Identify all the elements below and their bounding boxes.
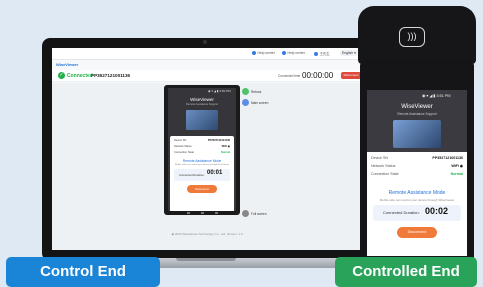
- remote-nav-bar: [181, 212, 223, 215]
- laptop-notch: [176, 258, 236, 261]
- remote-row-value: WiFi ◉: [221, 145, 230, 148]
- pos-illustration: [393, 120, 441, 148]
- reboot-button[interactable]: Reboot: [242, 88, 261, 95]
- remote-illustration: [186, 110, 218, 130]
- nfc-icon: ))): [399, 27, 425, 47]
- remote-app-subtitle: Remote Assistance Support: [185, 103, 218, 106]
- remote-row-value: PP3527121001136: [207, 139, 230, 142]
- pos-row-label: Device SN: [371, 156, 388, 160]
- pos-row-value: Normal: [450, 172, 463, 176]
- disconnect-button[interactable]: Disconnect: [341, 72, 361, 79]
- reboot-label: Reboot: [251, 89, 262, 94]
- pos-duration-label: Connected Duration:: [383, 210, 420, 215]
- main-screen-button[interactable]: Main screen: [242, 99, 268, 106]
- connected-time: 00:00:00: [302, 71, 334, 80]
- remote-row-label: Connection State: [174, 151, 194, 154]
- controlled-end-label: Controlled End: [335, 257, 477, 287]
- pos-row-value: WiFi ◉: [451, 164, 463, 168]
- fullscreen-icon: [242, 210, 249, 217]
- remote-status-bar: ◉ ▾ ◢ ▮ 3:50 PM: [208, 89, 231, 93]
- remote-row-value: Normal: [221, 151, 230, 154]
- remote-info-card: Device SN PP3527121001136 Network Status…: [170, 136, 234, 211]
- pos-mode-title: Remote Assistance Mode: [388, 190, 446, 196]
- brand-logo: WiseViewer: [56, 62, 79, 67]
- pos-status-bar: ◉ ▾ ◢ ▮ 3:51 PM: [422, 94, 451, 98]
- pos-row-label: Connection State: [371, 172, 399, 176]
- remote-disconnect-button[interactable]: Disconnect: [187, 185, 217, 193]
- connection-status: Connected: [67, 73, 93, 79]
- pos-screen: ◉ ▾ ◢ ▮ 3:51 PM WiseViewer Remote Assist…: [367, 90, 467, 256]
- remote-duration-value: 00:01: [207, 170, 223, 176]
- remote-mode-title: Remote Assistance Mode: [182, 159, 222, 163]
- pos-app-subtitle: Remote Assistance Support: [397, 112, 437, 116]
- home-icon: [242, 99, 249, 106]
- pos-app-title: WiseViewer: [401, 104, 433, 110]
- remote-device-screen[interactable]: ◉ ▾ ◢ ▮ 3:50 PM WiseViewer Remote Assist…: [168, 88, 236, 211]
- help-icon: [282, 51, 286, 55]
- connected-time-label: Connected time: [278, 74, 301, 78]
- laptop-screen: Help center Help center 王先生 English ▾ Wi…: [52, 48, 362, 250]
- remote-duration-label: Connected Duration:: [179, 173, 205, 177]
- pos-info-card: Device SN PP3527121001136 Network Status…: [367, 152, 467, 256]
- fullscreen-label: Full screen: [251, 211, 267, 216]
- topbar-help-2[interactable]: Help center: [282, 51, 305, 55]
- language-select[interactable]: English ▾: [340, 50, 358, 56]
- pos-row-value: PP3527121001136: [432, 156, 463, 160]
- control-end-label: Control End: [6, 257, 160, 287]
- check-icon: ✓: [58, 72, 65, 79]
- help-icon: [252, 51, 256, 55]
- topbar-user[interactable]: 王先生: [314, 51, 330, 56]
- device-serial: PP3527121001136: [91, 73, 131, 78]
- pos-duration-value: 00:02: [425, 206, 449, 216]
- avatar: [314, 51, 318, 56]
- remote-app-title: WiseViewer: [190, 97, 214, 102]
- reboot-icon: [242, 88, 249, 95]
- topbar-help-1-label: Help center: [257, 51, 275, 55]
- fullscreen-button[interactable]: Full screen: [242, 210, 267, 217]
- remote-row-label: Device SN: [174, 139, 187, 142]
- remote-row-label: Network Status: [174, 145, 192, 148]
- topbar-help-2-label: Help center: [287, 51, 305, 55]
- footer-note: ◉ 2023 Wisedevice Technology Co., Ltd. V…: [171, 232, 243, 236]
- laptop-camera: [203, 40, 207, 44]
- remote-mode-subtitle: Mobile side can control your device thro…: [174, 164, 230, 166]
- pos-row-label: Network Status: [371, 164, 396, 168]
- pos-mode-subtitle: Mobile side can control your device thro…: [379, 198, 455, 202]
- pos-disconnect-button[interactable]: Disconnect: [397, 227, 437, 238]
- topbar-user-name: 王先生: [319, 52, 330, 56]
- main-screen-label: Main screen: [251, 100, 269, 105]
- topbar-help-1[interactable]: Help center: [252, 51, 275, 55]
